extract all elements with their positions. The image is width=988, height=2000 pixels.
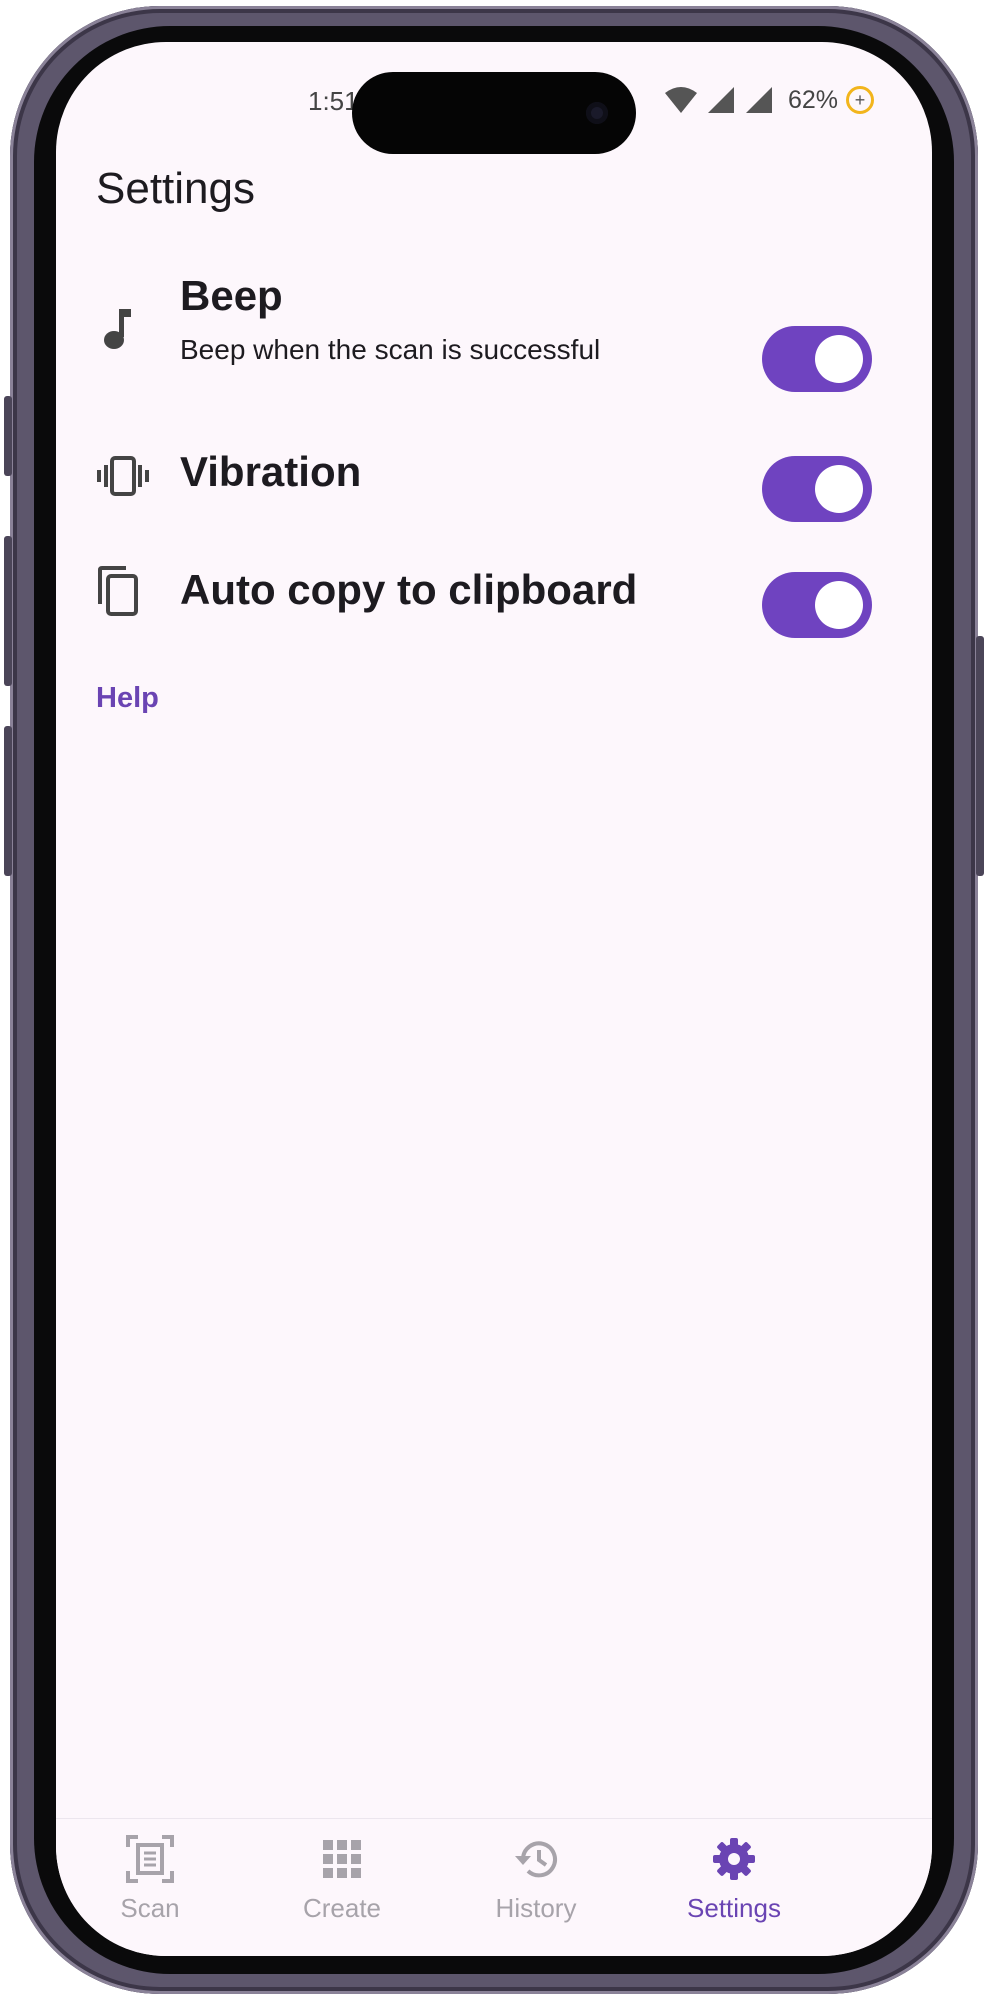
volume-up-button — [4, 536, 12, 686]
action-button — [4, 396, 12, 476]
music-note-icon — [104, 309, 131, 349]
nav-item-history[interactable]: History — [446, 1819, 626, 1956]
nav-label: Create — [302, 1893, 382, 1923]
battery-saver-icon: + — [846, 86, 874, 114]
setting-title: Beep — [180, 272, 283, 319]
front-camera-icon — [586, 102, 608, 124]
setting-row-vibration[interactable]: Vibration — [56, 426, 932, 526]
setting-row-beep[interactable]: Beep Beep when the scan is successful — [56, 262, 932, 392]
battery-percent: 62% — [787, 85, 838, 114]
cellular-signal-2-icon — [745, 87, 772, 113]
dynamic-island — [352, 72, 636, 154]
app-screen: 1:51 62% + Settings Beep Beep when the s… — [56, 42, 932, 1956]
power-button — [976, 636, 984, 876]
bottom-navigation: Scan Create History Settings — [56, 1818, 932, 1956]
nav-item-scan[interactable]: Scan — [60, 1819, 240, 1956]
cellular-signal-icon — [707, 87, 734, 113]
nav-item-settings[interactable]: Settings — [644, 1819, 824, 1956]
toggle-knob — [815, 581, 863, 629]
vibration-toggle[interactable] — [762, 456, 872, 522]
wifi-icon — [664, 87, 697, 113]
nav-item-create[interactable]: Create — [252, 1819, 432, 1956]
setting-row-auto-copy[interactable]: Auto copy to clipboard — [56, 542, 932, 642]
page-title: Settings — [96, 164, 255, 213]
setting-subtitle: Beep when the scan is successful — [180, 334, 601, 365]
volume-down-button — [4, 726, 12, 876]
vibration-icon — [97, 456, 149, 496]
copy-icon — [98, 566, 138, 616]
nav-label: Settings — [687, 1893, 781, 1923]
scan-document-icon — [126, 1833, 174, 1885]
beep-toggle[interactable] — [762, 326, 872, 392]
nav-label: History — [495, 1893, 577, 1923]
nav-label: Scan — [120, 1893, 180, 1923]
auto-copy-toggle[interactable] — [762, 572, 872, 638]
grid-icon — [322, 1833, 362, 1885]
toggle-knob — [815, 335, 863, 383]
setting-title: Vibration — [180, 448, 362, 495]
status-icons: 62% + — [664, 82, 874, 118]
help-link[interactable]: Help — [96, 682, 159, 715]
toggle-knob — [815, 465, 863, 513]
gear-icon — [712, 1833, 756, 1885]
setting-title: Auto copy to clipboard — [180, 566, 638, 613]
history-icon — [513, 1833, 559, 1885]
